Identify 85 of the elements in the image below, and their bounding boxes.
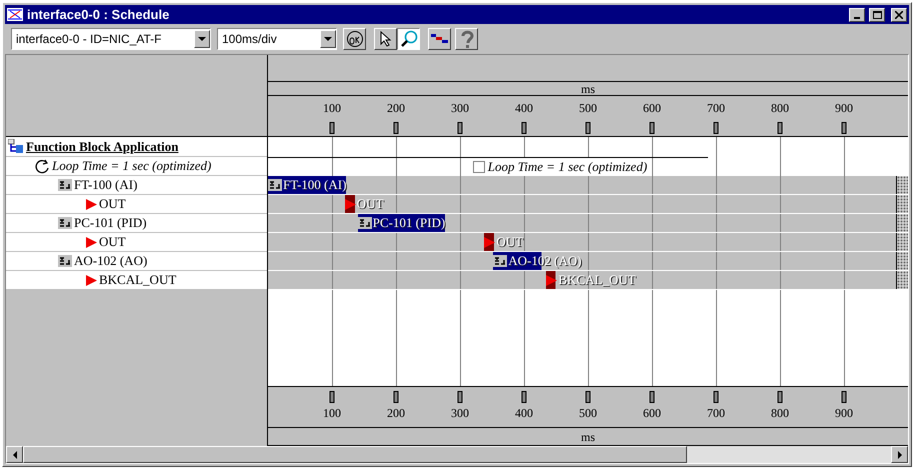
left-arrow-icon [12, 450, 16, 458]
output-triangle-icon [344, 198, 356, 210]
output-triangle-icon [86, 198, 97, 210]
axis-tick-label: 300 [451, 407, 469, 419]
schedule-blocks-icon [430, 34, 448, 44]
tick-marker-icon [458, 122, 462, 134]
axis-tick-label: 300 [451, 102, 469, 114]
axis-tick-label: 100 [323, 102, 341, 114]
axis-tick-label: 600 [643, 407, 661, 419]
axis-tick-label: 700 [707, 102, 725, 114]
checkbox[interactable] [472, 161, 485, 173]
dotted-end-marker [896, 233, 908, 251]
minimize-button[interactable] [849, 8, 865, 22]
function-block-icon [358, 217, 372, 229]
window-title: interface0-0 : Schedule [27, 6, 170, 24]
axis-tick-label: 500 [579, 102, 597, 114]
scroll-right-button[interactable] [891, 446, 908, 463]
axis-tick-label: 800 [771, 102, 789, 114]
tick-marker-icon [714, 391, 718, 403]
axis-tick-label: 900 [835, 102, 853, 114]
scrollbar-thumb[interactable] [23, 446, 687, 463]
tick-marker-icon [522, 391, 526, 403]
magnifier-icon [400, 30, 418, 48]
dotted-end-marker [896, 176, 908, 194]
minimize-icon [854, 16, 860, 18]
function-block-icon [58, 217, 72, 229]
device-dropdown[interactable]: interface0-0 - ID=NIC_AT-F [11, 28, 211, 50]
output-triangle-icon [484, 236, 496, 248]
question-mark-icon [460, 30, 474, 48]
tick-marker-icon [458, 391, 462, 403]
close-button[interactable] [891, 8, 907, 22]
axis-tick-label: 900 [835, 407, 853, 419]
function-block-icon [58, 255, 72, 267]
ok-circle-icon [346, 30, 364, 48]
tick-marker-icon [842, 122, 846, 134]
axis-unit-label: ms [580, 82, 595, 94]
dotted-end-marker [896, 271, 908, 289]
axis-tick-label: 600 [643, 102, 661, 114]
tick-marker-icon [778, 391, 782, 403]
app-window-icon [7, 8, 23, 21]
output-triangle-icon [546, 274, 558, 286]
tree-item[interactable]: OUT [99, 232, 126, 252]
axis-unit-label: ms [580, 430, 595, 442]
axis-tick-label: 400 [515, 102, 533, 114]
output-triangle-icon [86, 274, 97, 286]
axis-tick-label: 200 [387, 102, 405, 114]
tick-marker-icon [842, 391, 846, 403]
close-icon [895, 10, 903, 18]
tick-marker-icon [522, 122, 526, 134]
tick-marker-icon [394, 122, 398, 134]
tree-item[interactable]: OUT [99, 194, 126, 214]
block-schedule-bar[interactable]: FT-100 (AI) [268, 176, 346, 194]
dotted-end-marker [896, 214, 908, 232]
tick-marker-icon [714, 122, 718, 134]
tick-marker-icon [586, 391, 590, 403]
function-block-icon [493, 255, 508, 267]
axis-tick-label: 500 [579, 407, 597, 419]
axis-tick-label: 100 [323, 407, 341, 419]
maximize-icon [872, 10, 882, 18]
block-schedule-bar[interactable]: PC-101 (PID) [358, 214, 446, 232]
tick-marker-icon [394, 391, 398, 403]
axis-tick-label: 800 [771, 407, 789, 419]
axis-tick-label: 400 [515, 407, 533, 419]
loop-time-label: Loop Time = 1 sec (optimized) [488, 158, 648, 176]
tick-marker-icon [586, 122, 590, 134]
tick-marker-icon [650, 391, 654, 403]
time-scale-dropdown[interactable]: 100ms/div [217, 28, 337, 50]
maximize-button[interactable] [869, 8, 885, 22]
tick-marker-icon [330, 122, 334, 134]
toolbar-button[interactable] [397, 28, 420, 50]
function-block-icon [58, 179, 72, 191]
axis-tick-label: 200 [387, 407, 405, 419]
loop-arrow-icon [34, 158, 50, 174]
dotted-end-marker [896, 252, 908, 270]
axis-tick-label: 700 [707, 407, 725, 419]
dotted-end-marker [896, 195, 908, 213]
application-tree-icon [8, 139, 24, 154]
right-arrow-icon [898, 450, 902, 458]
tick-marker-icon [650, 122, 654, 134]
output-triangle-icon [86, 236, 97, 248]
horizontal-scrollbar[interactable] [6, 446, 908, 463]
tick-marker-icon [330, 391, 334, 403]
tick-marker-icon [778, 122, 782, 134]
scroll-left-button[interactable] [6, 446, 23, 463]
pointer-icon [378, 31, 392, 47]
